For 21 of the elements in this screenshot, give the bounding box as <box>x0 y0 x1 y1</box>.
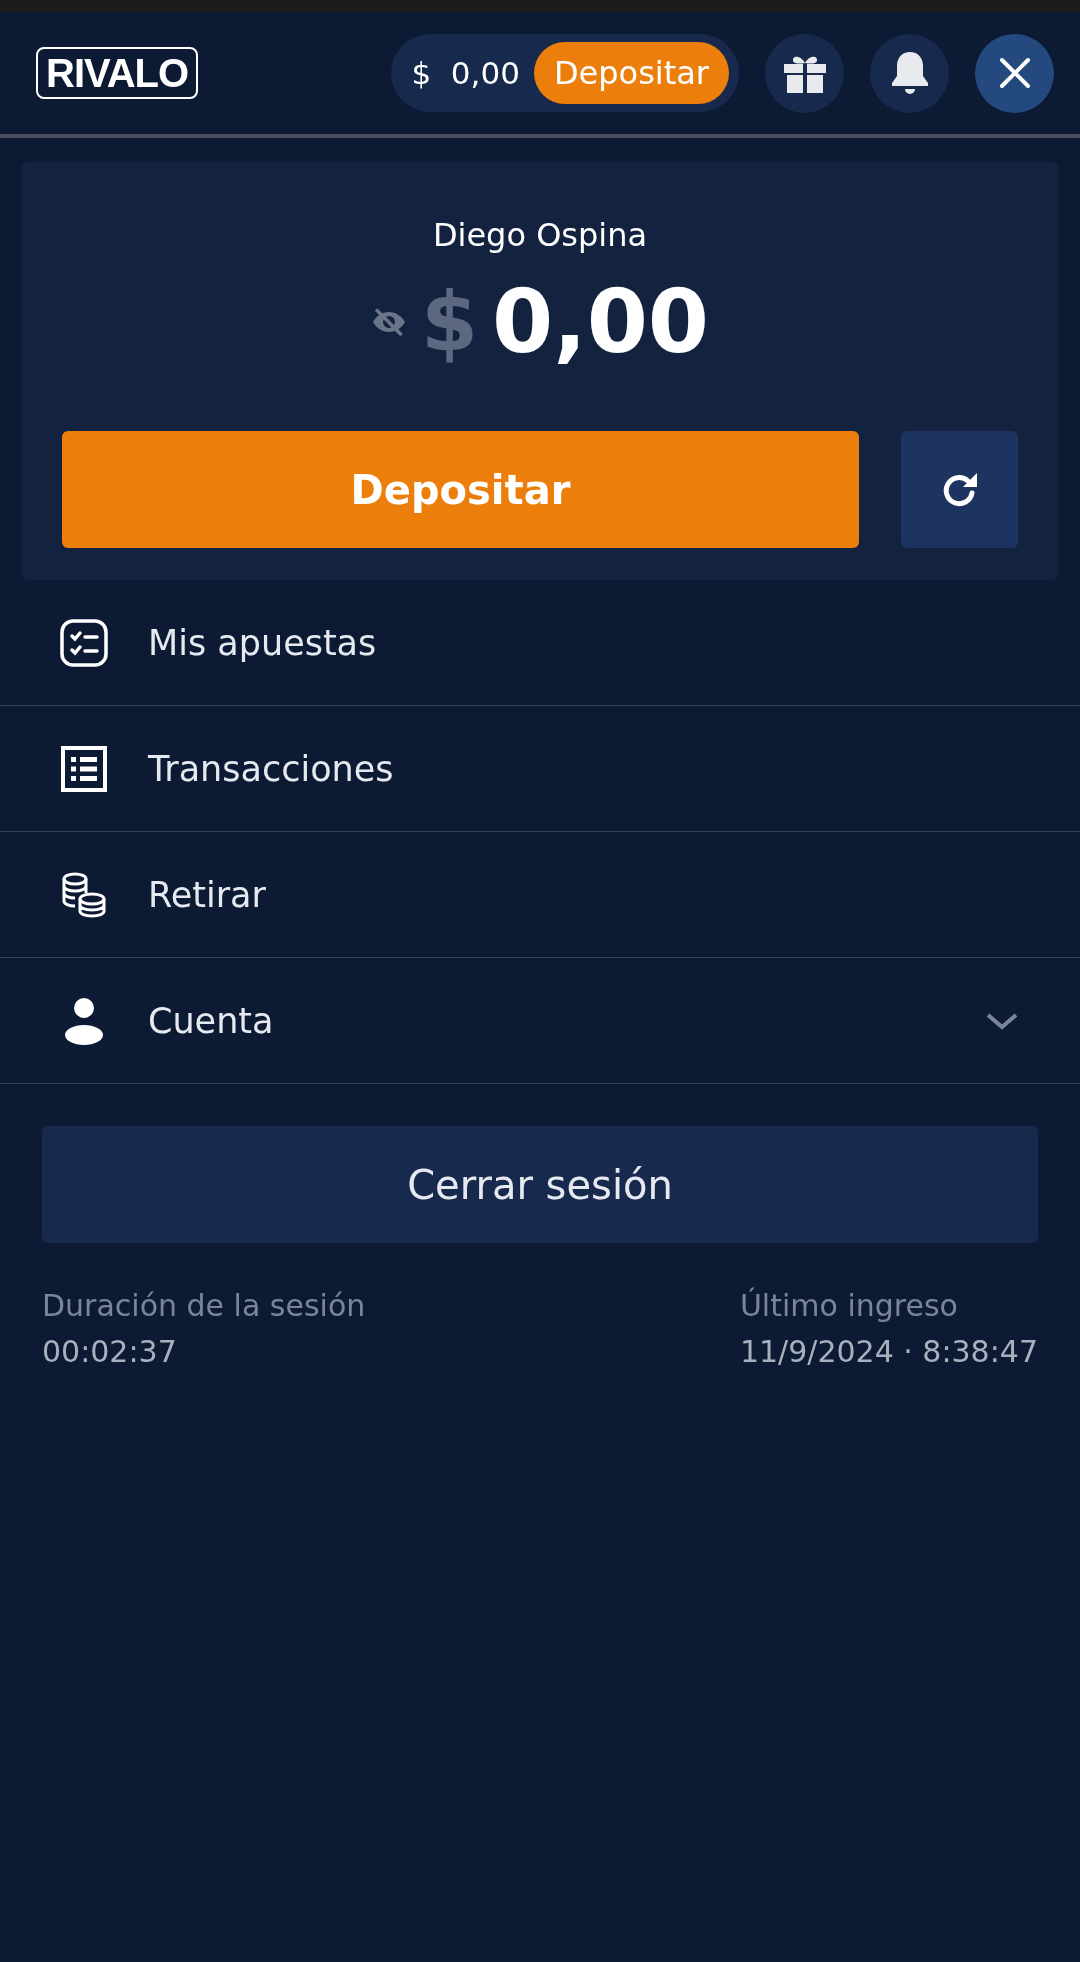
menu-item[interactable]: Cuenta <box>0 958 1080 1084</box>
balance-amount: 0,00 <box>491 270 710 373</box>
close-icon <box>998 57 1031 89</box>
bell-icon <box>889 50 930 96</box>
eye-slash-icon[interactable] <box>370 306 407 337</box>
checklist-icon <box>60 618 108 667</box>
balance-amount: $ 0,00 <box>411 55 520 91</box>
last-login-time: 11/9/2024 · 8:38:47 <box>739 1333 1038 1371</box>
coins-icon <box>60 870 108 919</box>
logo[interactable]: RIVALO <box>36 47 199 99</box>
logout-button[interactable]: Cerrar sesión <box>42 1126 1038 1243</box>
refresh-button[interactable] <box>901 431 1018 548</box>
menu-item[interactable]: Mis apuestas <box>0 580 1080 706</box>
menu-item[interactable]: Retirar <box>0 832 1080 958</box>
session-duration: 00:02:37 <box>42 1333 178 1371</box>
last-login-label: Último ingreso <box>739 1286 959 1325</box>
list-icon <box>60 745 108 792</box>
menu-item[interactable]: Transacciones <box>0 706 1080 832</box>
session-duration-label: Duración de la sesión <box>42 1287 366 1325</box>
currency-symbol: $ <box>420 274 478 369</box>
user-name: Diego Ospina <box>432 216 648 254</box>
